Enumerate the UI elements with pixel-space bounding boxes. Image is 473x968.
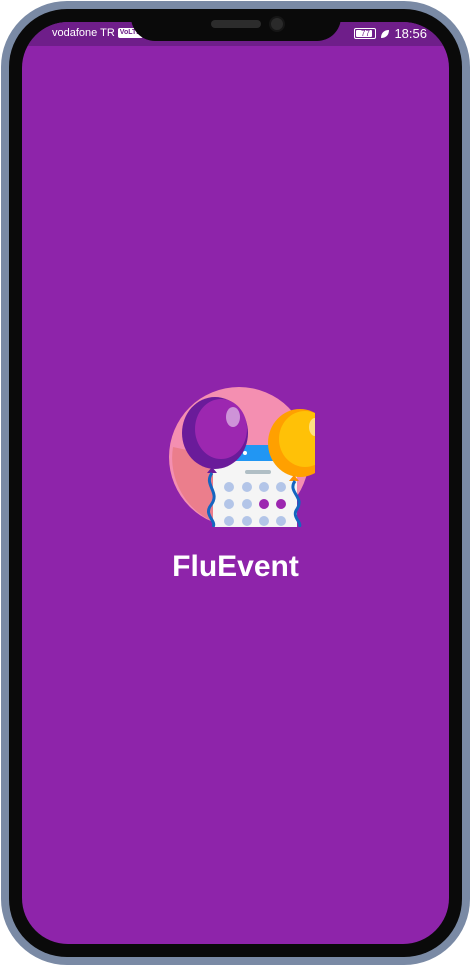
clock: 18:56	[394, 26, 427, 41]
phone-notch	[130, 9, 341, 41]
app-title: FluEvent	[172, 550, 299, 583]
battery-icon: 77	[354, 28, 377, 39]
phone-frame: vodafone TR VoLTE 77 18:56 FluEvent	[1, 1, 470, 965]
carrier-name: vodafone TR	[52, 27, 115, 39]
calendar-balloons-icon	[169, 387, 315, 527]
leaf-icon	[381, 29, 390, 38]
battery-level: 77	[361, 29, 370, 38]
phone-bezel: vodafone TR VoLTE 77 18:56 FluEvent	[9, 9, 462, 957]
front-camera	[268, 16, 285, 32]
carrier-info: vodafone TR VoLTE	[52, 27, 143, 39]
speaker-grille	[210, 20, 261, 28]
status-indicators: 77 18:56	[354, 26, 427, 41]
splash-screen: vodafone TR VoLTE 77 18:56 FluEvent	[22, 22, 449, 944]
